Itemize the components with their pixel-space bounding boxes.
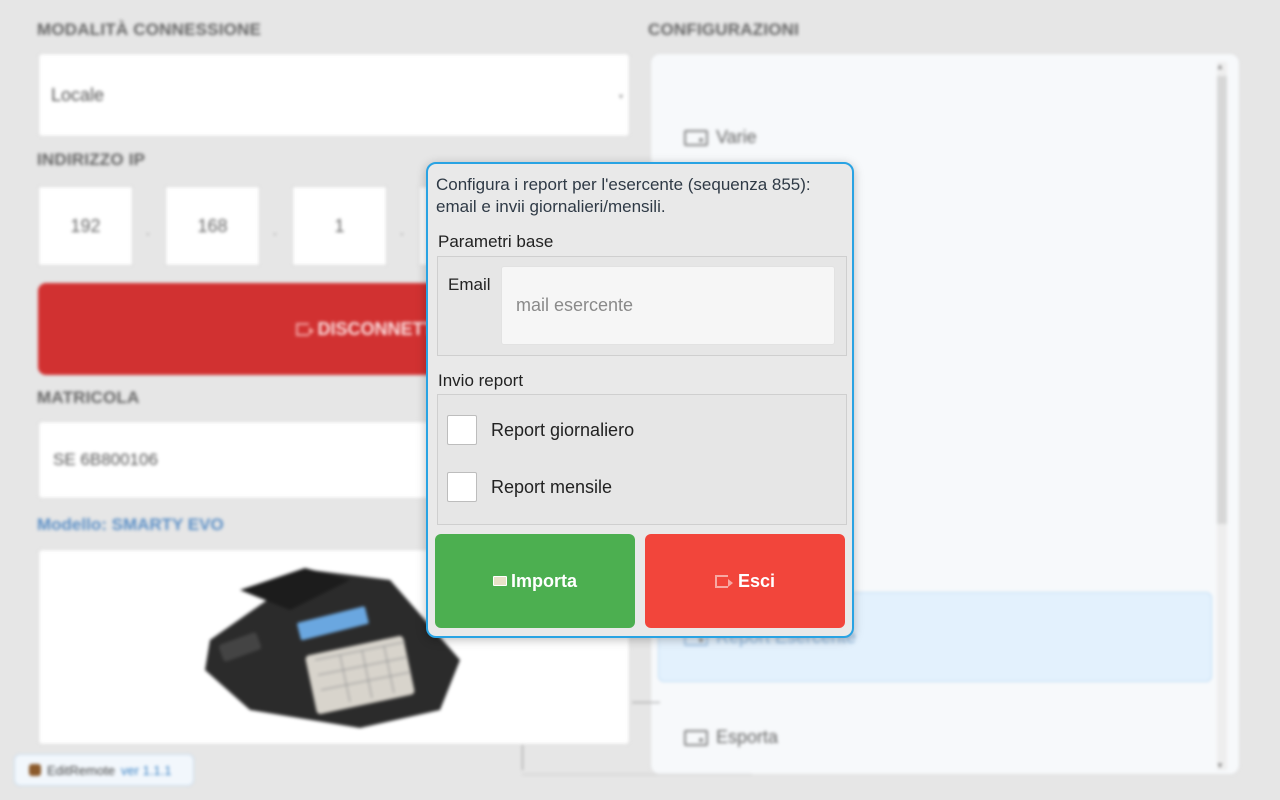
connection-mode-title: MODALITÀ CONNESSIONE	[37, 20, 262, 39]
connection-mode-select[interactable]: Locale ▾	[38, 53, 630, 137]
ip-octet-1[interactable]: 192	[38, 186, 133, 266]
dialog-description: Configura i report per l'esercente (sequ…	[436, 175, 811, 216]
email-label: Email	[448, 275, 491, 294]
config-item-esporta[interactable]: Esporta	[684, 727, 778, 748]
config-item-label: Esporta	[716, 727, 779, 747]
config-title: CONFIGURAZIONI	[648, 20, 800, 39]
scrollbar-thumb[interactable]	[1217, 76, 1227, 524]
logout-icon	[296, 322, 315, 336]
report-send-label: Invio report	[438, 371, 524, 390]
daily-report-row[interactable]: Report giornaliero	[447, 415, 634, 445]
hard-drive-icon	[684, 129, 708, 146]
monthly-report-checkbox[interactable]	[447, 472, 477, 502]
import-button[interactable]: Importa	[435, 534, 635, 628]
base-params-fieldset: Email	[437, 256, 847, 356]
ip-address-title: INDIRIZZO IP	[37, 150, 146, 169]
divider	[522, 745, 523, 770]
scroll-up-icon[interactable]: ▲	[1216, 62, 1224, 71]
base-params-label: Parametri base	[438, 232, 554, 251]
hard-drive-icon	[684, 729, 708, 746]
ip-separator: .	[400, 222, 404, 238]
exit-button[interactable]: Esci	[645, 534, 845, 628]
ip-octet-2[interactable]: 168	[165, 186, 260, 266]
scroll-down-icon[interactable]: ▼	[1216, 761, 1224, 770]
config-item-varie[interactable]: Varie	[684, 127, 757, 148]
monthly-report-label: Report mensile	[491, 476, 613, 497]
connection-mode-value: Locale	[51, 84, 105, 105]
exit-label: Esci	[737, 570, 776, 591]
import-label: Importa	[510, 570, 577, 591]
app-version-badge: EditRemote ver 1.1.1	[14, 754, 194, 786]
app-logo-icon	[29, 764, 41, 776]
divider	[632, 702, 660, 703]
logout-icon	[714, 574, 733, 588]
disconnect-label: DISCONNETTI	[317, 318, 440, 339]
monthly-report-row[interactable]: Report mensile	[447, 472, 612, 502]
ip-separator: .	[273, 222, 277, 238]
matricola-value: SE 6B800106	[53, 450, 158, 469]
config-scrollbar[interactable]: ▲ ▼	[1214, 62, 1230, 770]
daily-report-checkbox[interactable]	[447, 415, 477, 445]
daily-report-label: Report giornaliero	[491, 419, 635, 440]
ip-separator: .	[146, 222, 150, 238]
config-item-label: Varie	[716, 127, 757, 147]
ip-octet-3[interactable]: 1	[292, 186, 387, 266]
folder-icon	[492, 576, 507, 586]
report-send-fieldset: Report giornaliero Report mensile	[437, 394, 847, 525]
app-version: ver 1.1.1	[120, 762, 172, 778]
report-config-dialog: Configura i report per l'esercente (sequ…	[426, 162, 854, 638]
divider	[522, 774, 752, 775]
email-input[interactable]	[501, 266, 835, 345]
chevron-down-icon: ▾	[618, 92, 623, 101]
model-label: Modello: SMARTY EVO	[37, 515, 224, 534]
app-name: EditRemote	[47, 762, 115, 778]
matricola-title: MATRICOLA	[37, 388, 140, 407]
